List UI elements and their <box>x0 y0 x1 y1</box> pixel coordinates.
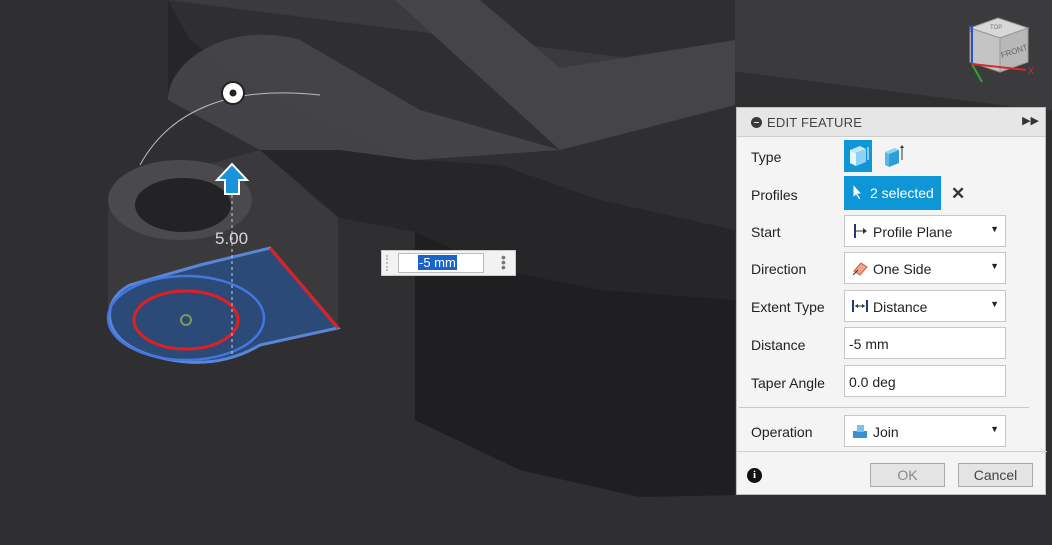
start-dropdown[interactable]: Profile Plane ▼ <box>844 215 1006 247</box>
thin-extrude-icon <box>885 145 904 167</box>
more-options-icon[interactable]: • • • <box>501 250 506 274</box>
extrude-icon <box>850 146 869 166</box>
axis-x-label: X <box>1028 66 1034 76</box>
start-label: Start <box>751 224 781 240</box>
profiles-selection-button[interactable]: 2 selected <box>844 176 941 210</box>
panel-divider <box>739 407 1029 408</box>
ok-button[interactable]: OK <box>870 463 945 487</box>
expand-panel-icon[interactable]: ▶▶ <box>1022 114 1039 127</box>
info-icon[interactable]: i <box>747 468 762 483</box>
boss-hole[interactable] <box>135 178 231 232</box>
taper-angle-value: 0.0 deg <box>849 374 896 390</box>
extent-type-dropdown[interactable]: Distance ▼ <box>844 290 1006 322</box>
axis-z-label: Z <box>968 24 974 34</box>
one-side-icon <box>852 262 868 276</box>
axis-y-line <box>971 63 983 83</box>
cancel-button[interactable]: Cancel <box>958 463 1033 487</box>
chevron-down-icon: ▼ <box>990 299 999 309</box>
inline-distance-field[interactable]: -5 mm <box>398 253 484 273</box>
extrude-dimension-label: 5.00 <box>215 229 249 248</box>
direction-label: Direction <box>751 261 807 277</box>
operation-label: Operation <box>751 424 813 440</box>
direction-value: One Side <box>873 261 932 277</box>
profiles-selection-text: 2 selected <box>870 185 934 201</box>
clear-selection-icon[interactable]: ✕ <box>951 184 965 204</box>
extent-type-label: Extent Type <box>751 299 825 315</box>
profiles-label: Profiles <box>751 187 798 203</box>
panel-footer: i OK Cancel <box>737 451 1047 496</box>
operation-value: Join <box>873 424 899 440</box>
collapse-icon[interactable] <box>751 117 762 128</box>
type-thin-extrude-button[interactable] <box>879 140 907 172</box>
taper-angle-field[interactable]: 0.0 deg <box>844 365 1006 397</box>
distance-value: -5 mm <box>849 336 889 352</box>
profile-plane-icon <box>854 224 867 238</box>
view-cube[interactable]: Z X TOP FRONT <box>950 10 1040 90</box>
distance-field[interactable]: -5 mm <box>844 327 1006 359</box>
panel-title: EDIT FEATURE <box>767 115 863 130</box>
chevron-down-icon: ▼ <box>990 224 999 234</box>
inline-distance-input[interactable]: -5 mm • • • <box>381 250 516 276</box>
inline-distance-text: -5 mm <box>418 255 457 270</box>
direction-dropdown[interactable]: One Side ▼ <box>844 252 1006 284</box>
drag-grip[interactable] <box>386 255 394 271</box>
chevron-down-icon: ▼ <box>990 424 999 434</box>
join-icon <box>853 425 867 438</box>
taper-angle-label: Taper Angle <box>751 375 825 391</box>
distance-label: Distance <box>751 337 806 353</box>
edit-feature-panel: EDIT FEATURE ▶▶ Type Profiles 2 selected… <box>736 107 1047 496</box>
chevron-down-icon: ▼ <box>990 261 999 271</box>
distance-icon <box>852 300 868 312</box>
extent-type-value: Distance <box>873 299 928 315</box>
start-value: Profile Plane <box>873 224 953 240</box>
type-extrude-button[interactable] <box>844 140 872 172</box>
panel-header: EDIT FEATURE ▶▶ <box>737 108 1045 137</box>
operation-dropdown[interactable]: Join ▼ <box>844 415 1006 447</box>
type-label: Type <box>751 149 782 165</box>
rotation-handle-dot <box>229 89 237 97</box>
cursor-icon <box>852 183 864 201</box>
view-cube-top-label: TOP <box>990 25 1002 31</box>
